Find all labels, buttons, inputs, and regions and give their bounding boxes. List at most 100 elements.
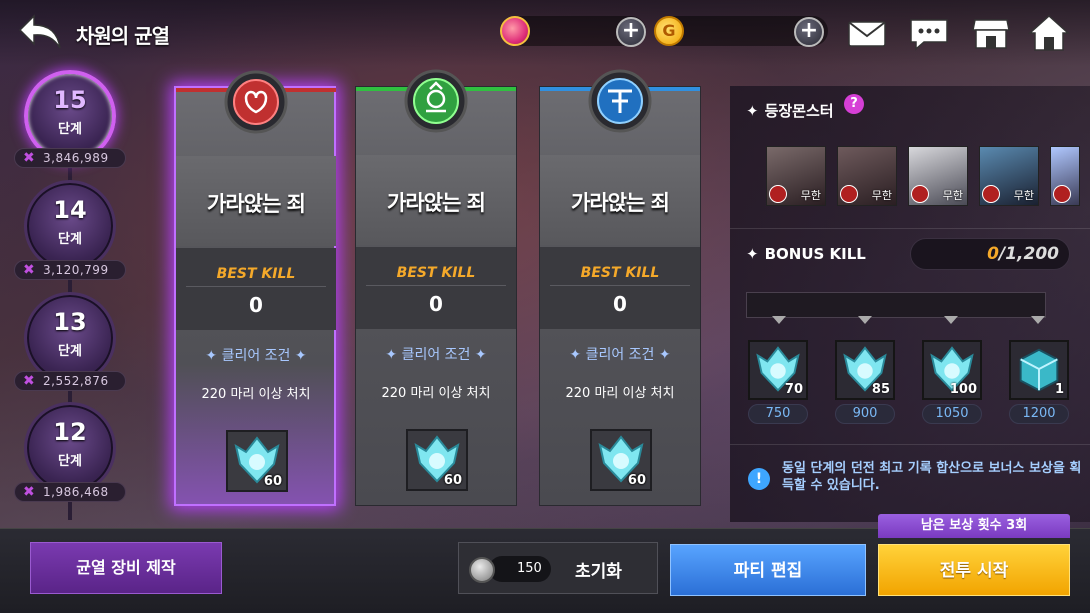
clear-condition-text: 220 마리 이상 처치: [381, 386, 491, 401]
reward-count: 1: [1054, 382, 1064, 397]
silver-coin-icon: [469, 557, 495, 583]
gold-currency-icon: G: [654, 16, 684, 46]
reward-count: 100: [949, 382, 977, 397]
reward-slot[interactable]: 60: [590, 429, 652, 491]
cross-icon: ✖: [23, 262, 35, 278]
stage-unit: 단계: [58, 454, 82, 469]
milestone-marker: [858, 316, 872, 324]
stage-unit: 단계: [58, 344, 82, 359]
reward-count: 60: [627, 473, 646, 488]
stage-score-value: 2,552,876: [43, 374, 109, 388]
info-text: 동일 단계의 던전 최고 기록 합산으로 보너스 보상을 획득할 수 있습니다.: [782, 461, 1082, 493]
sparkle-icon: ✦: [746, 102, 759, 120]
milestone-marker: [1031, 316, 1045, 324]
milestone-marker: [772, 316, 786, 324]
stage-number: 13: [53, 308, 87, 336]
monster-portrait[interactable]: 무한: [908, 146, 968, 206]
bonus-reward-slot[interactable]: 70: [748, 340, 808, 400]
top-bar: 차원의 균열 + G +: [0, 0, 1090, 66]
reward-threshold: 900: [835, 404, 895, 424]
stage-number: 15: [53, 86, 87, 114]
clear-condition-title: ✦ 클리어 조건 ✦: [385, 347, 487, 363]
bonus-reward-slot[interactable]: 85: [835, 340, 895, 400]
reward-slot[interactable]: 60: [226, 430, 288, 492]
clear-condition-title: ✦ 클리어 조건 ✦: [205, 348, 307, 364]
stage-score-12: ✖ 1,986,468: [14, 482, 126, 502]
party-edit-button[interactable]: 파티 편집: [670, 544, 866, 596]
add-gold-button[interactable]: +: [794, 17, 824, 47]
dungeon-card-red[interactable]: 가라앉는 죄 BEST KILL 0 ✦ 클리어 조건 ✦ 220 마리 이상 …: [174, 70, 336, 506]
info-notice: ! 동일 단계의 던전 최고 기록 합산으로 보너스 보상을 획득할 수 있습니…: [730, 446, 1090, 510]
start-battle-button[interactable]: 전투 시작: [878, 544, 1070, 596]
divider: [730, 228, 1090, 229]
gold-currency-bar: G +: [654, 16, 828, 47]
monster-spawn-label: 무한: [800, 189, 821, 202]
kill-band: [176, 248, 336, 330]
card-name: 가라앉는 죄: [387, 191, 486, 215]
monsters-title-text: 등장몬스터: [764, 102, 834, 120]
back-arrow-icon[interactable]: [16, 10, 64, 54]
reward-count: 85: [871, 382, 890, 397]
clear-condition-title: ✦ 클리어 조건 ✦: [569, 347, 671, 363]
shop-icon[interactable]: [970, 12, 1012, 54]
monster-portrait[interactable]: 무한: [837, 146, 897, 206]
stage-score-14: ✖ 3,120,799: [14, 260, 126, 280]
milestone-marker: [944, 316, 958, 324]
monster-portrait[interactable]: 무한: [979, 146, 1039, 206]
red-emblem-icon: [222, 68, 290, 136]
stage-unit: 단계: [58, 232, 82, 247]
clear-condition-text: 220 마리 이상 처치: [565, 386, 675, 401]
best-kill-value: 0: [429, 292, 443, 316]
cross-icon: ✖: [23, 484, 35, 500]
reward-count: 60: [263, 474, 282, 489]
help-icon[interactable]: ?: [844, 94, 864, 114]
monster-spawn-label: 무한: [942, 189, 963, 202]
page-title: 차원의 균열: [76, 24, 170, 48]
monster-type-icon: [840, 185, 858, 203]
reward-count: 60: [443, 473, 462, 488]
reward-slot[interactable]: 60: [406, 429, 468, 491]
cross-icon: ✖: [23, 150, 35, 166]
reward-threshold: 1200: [1009, 404, 1069, 424]
kill-band: [356, 247, 516, 329]
monsters-section-title: ✦ 등장몬스터: [746, 100, 834, 121]
stage-number: 12: [53, 418, 87, 446]
best-kill-label: BEST KILL: [580, 265, 660, 281]
reward-threshold: 750: [748, 404, 808, 424]
stage-score-value: 3,846,989: [43, 151, 109, 165]
monster-portrait[interactable]: [1050, 146, 1080, 206]
card-name: 가라앉는 죄: [207, 192, 306, 216]
stage-unit: 단계: [58, 122, 82, 137]
craft-equipment-button[interactable]: 균열 장비 제작: [30, 542, 222, 594]
stage-score-value: 1,986,468: [43, 485, 109, 499]
monster-type-icon: [911, 185, 929, 203]
monster-type-icon: [769, 185, 787, 203]
chat-icon[interactable]: [908, 12, 950, 54]
dungeon-card-blue[interactable]: 가라앉는 죄 BEST KILL 0 ✦ 클리어 조건 ✦ 220 마리 이상 …: [539, 69, 701, 506]
home-icon[interactable]: [1028, 12, 1070, 54]
stage-14[interactable]: 14 단계: [24, 180, 116, 272]
bonus-reward-slot[interactable]: 1: [1009, 340, 1069, 400]
divider: [366, 285, 506, 286]
dungeon-card-green[interactable]: 가라앉는 죄 BEST KILL 0 ✦ 클리어 조건 ✦ 220 마리 이상 …: [355, 69, 517, 506]
bonus-reward-slot[interactable]: 100: [922, 340, 982, 400]
gem-currency-bar: +: [500, 16, 646, 47]
stage-circle: [24, 402, 116, 494]
bonus-kill-title-text: BONUS KILL: [764, 245, 866, 263]
reward-count: 70: [784, 382, 803, 397]
gem-currency-icon: [500, 16, 530, 46]
reset-label: 초기화: [575, 562, 622, 582]
mail-icon[interactable]: [846, 12, 888, 54]
best-kill-value: 0: [613, 292, 627, 316]
stage-12[interactable]: 12 단계: [24, 402, 116, 494]
monster-portrait[interactable]: 무한: [766, 146, 826, 206]
add-gem-button[interactable]: +: [616, 17, 646, 47]
reset-cost: 150: [489, 556, 551, 582]
divider: [730, 444, 1090, 445]
reset-button[interactable]: 150 초기화: [458, 542, 658, 594]
monster-type-icon: [982, 185, 1000, 203]
stage-circle: [24, 180, 116, 272]
game-screen: 차원의 균열 + G + 15 단계 ✖ 3,846,989 14 단계 ✖ 3…: [0, 0, 1090, 613]
bonus-kill-current: 0: [987, 244, 1000, 264]
bonus-kill-counter: 0/1,200: [910, 238, 1070, 270]
